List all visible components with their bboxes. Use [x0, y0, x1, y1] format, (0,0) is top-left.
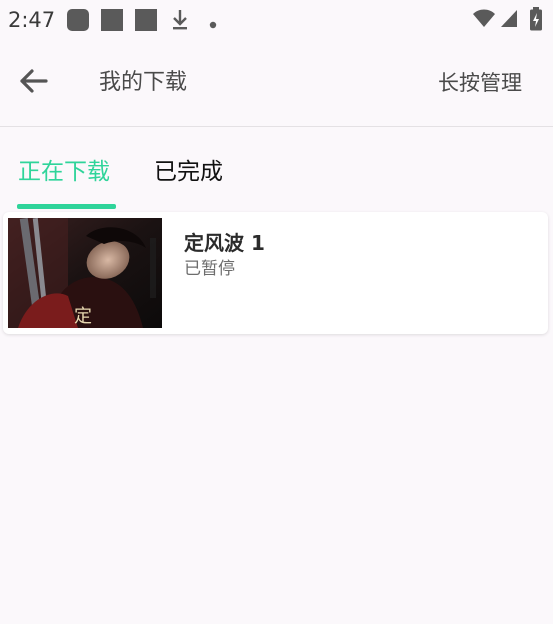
battery-icon — [529, 7, 543, 35]
tab-completed[interactable]: 已完成 — [154, 156, 223, 188]
long-press-manage-button[interactable]: 长按管理 — [438, 67, 522, 99]
app-notification-icon-3 — [135, 9, 157, 31]
back-button[interactable] — [12, 62, 54, 104]
app-notification-icon — [67, 9, 89, 31]
wifi-icon — [472, 8, 496, 32]
tab-bar: 正在下载 已完成 — [0, 127, 553, 209]
app-bar: 我的下载 长按管理 — [0, 40, 553, 127]
screen: 2:47 我的下载 长按管理 正在下载 已完成 定 定风波 1 已暂停 — [0, 0, 553, 624]
svg-text:定: 定 — [74, 306, 92, 327]
poster-thumbnail: 定 — [8, 218, 162, 328]
tab-downloading[interactable]: 正在下载 — [18, 156, 110, 188]
status-bar: 2:47 — [0, 0, 553, 40]
back-arrow-icon — [18, 68, 48, 98]
page-title: 我的下载 — [99, 70, 188, 95]
download-status: 已暂停 — [184, 259, 235, 279]
more-notifications-dot-icon — [208, 15, 218, 34]
download-notification-icon — [170, 8, 190, 36]
cellular-signal-icon — [500, 8, 518, 32]
download-title: 定风波 1 — [184, 231, 265, 255]
active-tab-indicator — [17, 204, 116, 209]
app-notification-icon-2 — [101, 9, 123, 31]
download-item[interactable]: 定 定风波 1 已暂停 — [3, 212, 548, 334]
status-time: 2:47 — [8, 8, 56, 32]
